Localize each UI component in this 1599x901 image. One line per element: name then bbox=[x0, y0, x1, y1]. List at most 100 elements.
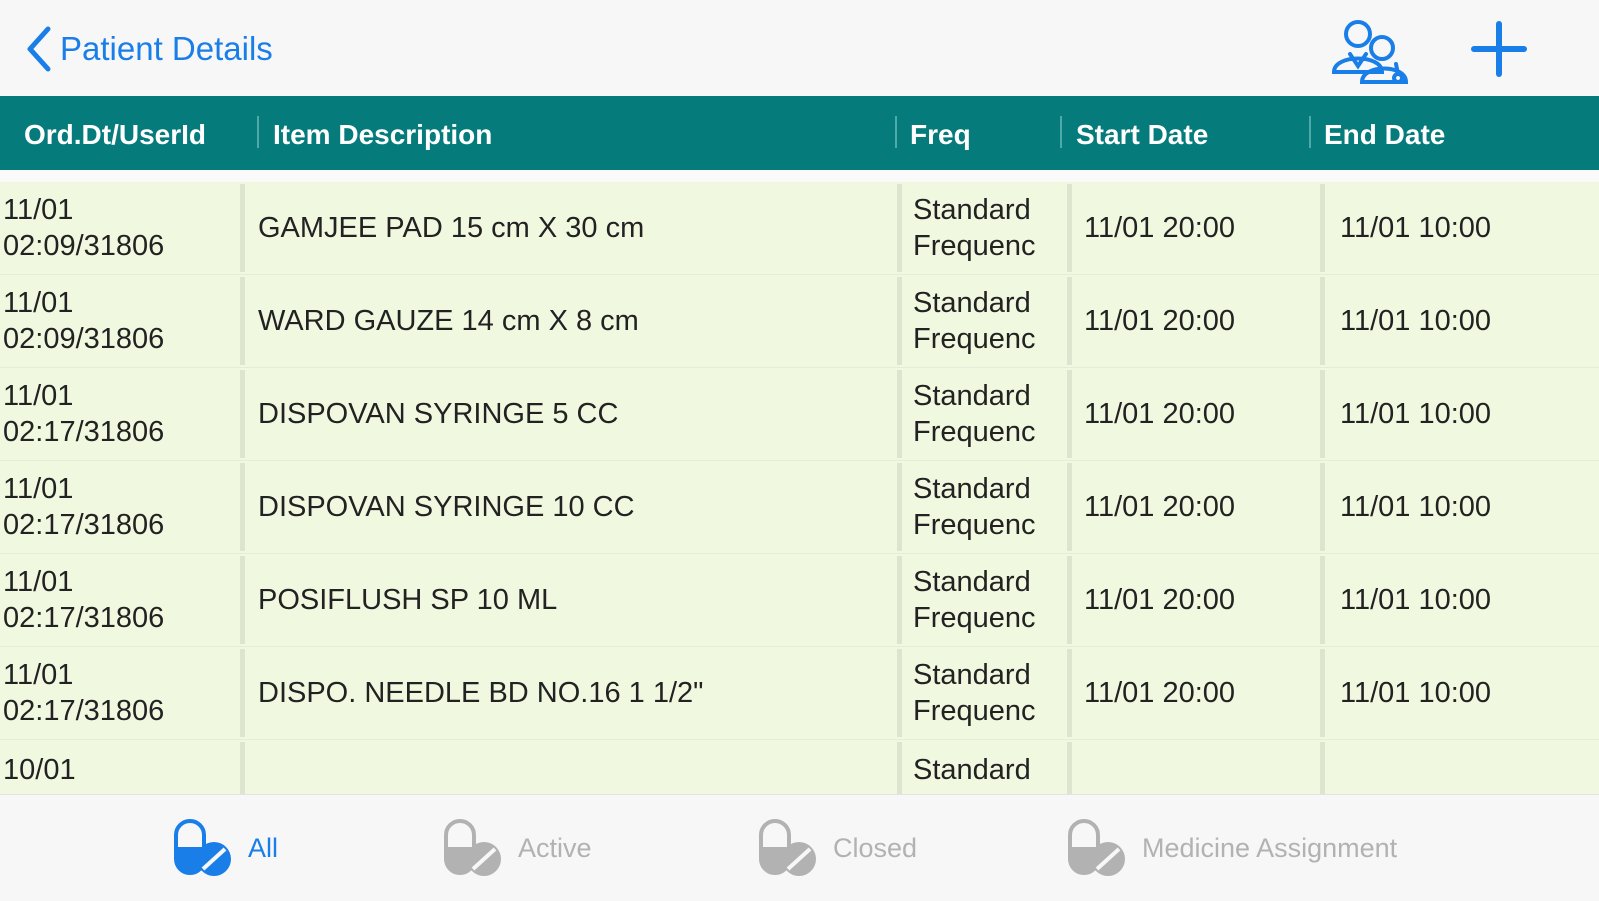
column-divider bbox=[1067, 184, 1072, 272]
end-date: 11/01 10:00 bbox=[1340, 212, 1492, 244]
item-description: DISPOVAN SYRINGE 5 CC bbox=[258, 398, 619, 430]
pill-check-icon bbox=[1068, 819, 1125, 876]
freq-line-2: Frequenc bbox=[913, 323, 1036, 355]
end-date: 11/01 10:00 bbox=[1340, 398, 1492, 430]
column-divider bbox=[240, 556, 245, 644]
item-description: GAMJEE PAD 15 cm X 30 cm bbox=[258, 212, 645, 244]
column-divider bbox=[240, 184, 245, 272]
doctors-group-button[interactable] bbox=[1328, 18, 1412, 89]
header-divider bbox=[257, 116, 259, 148]
back-button[interactable]: Patient Details bbox=[26, 24, 273, 74]
column-header-item: Item Description bbox=[273, 119, 493, 150]
column-divider bbox=[897, 556, 902, 644]
freq-cell: Standard Frequenc bbox=[913, 368, 1063, 460]
column-divider bbox=[1320, 649, 1325, 737]
tab-closed[interactable]: Closed bbox=[757, 817, 917, 879]
column-divider bbox=[897, 463, 902, 551]
order-time-user: 02:17/31806 bbox=[3, 602, 165, 634]
tab-medicine-assignment-label: Medicine Assignment bbox=[1142, 832, 1398, 863]
end-date: 11/01 10:00 bbox=[1340, 491, 1492, 523]
table-row[interactable]: 11/01 02:17/31806 DISPOVAN SYRINGE 5 CC S… bbox=[0, 368, 1599, 463]
freq-line-1: Standard bbox=[913, 659, 1031, 691]
table-row[interactable]: 11/01 02:17/31806 DISPOVAN SYRINGE 10 CC … bbox=[0, 461, 1599, 556]
chevron-left-icon bbox=[27, 26, 51, 72]
table-row[interactable]: 11/01 02:09/31806 GAMJEE PAD 15 cm X 30 c… bbox=[0, 182, 1599, 277]
table-row[interactable]: 10/01 Standard bbox=[0, 740, 1599, 794]
orders-table[interactable]: 11/01 02:09/31806 GAMJEE PAD 15 cm X 30 c… bbox=[0, 170, 1599, 794]
column-divider bbox=[1067, 370, 1072, 458]
pill-check-icon bbox=[759, 819, 816, 876]
order-time-user: 02:09/31806 bbox=[3, 323, 165, 355]
column-divider bbox=[897, 277, 902, 365]
column-divider bbox=[240, 463, 245, 551]
column-divider bbox=[1067, 556, 1072, 644]
order-time-user: 02:17/31806 bbox=[3, 695, 165, 727]
end-date bbox=[1340, 740, 1590, 794]
column-divider bbox=[1320, 370, 1325, 458]
column-divider bbox=[1320, 277, 1325, 365]
order-date: 11/01 bbox=[3, 473, 74, 505]
table-row[interactable]: 11/01 02:17/31806 DISPO. NEEDLE BD NO.16 … bbox=[0, 647, 1599, 742]
start-date: 11/01 20:00 bbox=[1084, 212, 1236, 244]
freq-cell: Standard Frequenc bbox=[913, 647, 1063, 739]
start-date: 11/01 20:00 bbox=[1084, 398, 1236, 430]
freq-line-1: Standard bbox=[913, 194, 1031, 226]
column-header-start: Start Date bbox=[1076, 119, 1209, 150]
freq-line-2: Frequenc bbox=[913, 602, 1036, 634]
add-button[interactable] bbox=[1470, 20, 1528, 83]
freq-line-2: Frequenc bbox=[913, 416, 1036, 448]
column-divider bbox=[897, 649, 902, 737]
item-description: DISPO. NEEDLE BD NO.16 1 1/2" bbox=[258, 677, 704, 709]
order-date: 10/01 bbox=[3, 754, 76, 786]
column-header-end: End Date bbox=[1324, 119, 1446, 150]
freq-cell: Standard Frequenc bbox=[913, 182, 1063, 274]
item-description: DISPOVAN SYRINGE 10 CC bbox=[258, 491, 635, 523]
doctors-group-icon bbox=[1331, 20, 1409, 84]
tab-active[interactable]: Active bbox=[442, 817, 592, 879]
freq-cell: Standard bbox=[913, 740, 1063, 794]
freq-cell: Standard Frequenc bbox=[913, 461, 1063, 553]
freq-line-1: Standard bbox=[913, 566, 1031, 598]
plus-icon bbox=[1471, 21, 1527, 77]
order-cell: 11/01 02:17/31806 bbox=[3, 461, 239, 553]
order-date: 11/01 bbox=[3, 194, 74, 226]
freq-line-2: Frequenc bbox=[913, 695, 1036, 727]
table-row[interactable]: 11/01 02:17/31806 POSIFLUSH SP 10 ML Stan… bbox=[0, 554, 1599, 649]
freq-cell: Standard Frequenc bbox=[913, 275, 1063, 367]
column-divider bbox=[240, 649, 245, 737]
column-divider bbox=[1320, 184, 1325, 272]
column-divider bbox=[1067, 649, 1072, 737]
start-date: 11/01 20:00 bbox=[1084, 677, 1236, 709]
order-time-user: 02:17/31806 bbox=[3, 416, 165, 448]
order-time-user: 02:09/31806 bbox=[3, 230, 165, 262]
tab-active-label: Active bbox=[518, 832, 592, 863]
navigation-bar: Patient Details bbox=[0, 0, 1599, 96]
order-cell: 11/01 02:17/31806 bbox=[3, 647, 239, 739]
freq-line-1: Standard bbox=[913, 754, 1031, 786]
column-divider bbox=[240, 277, 245, 365]
column-divider bbox=[1067, 277, 1072, 365]
order-cell: 11/01 02:09/31806 bbox=[3, 275, 239, 367]
order-date: 11/01 bbox=[3, 566, 74, 598]
column-divider bbox=[240, 742, 245, 794]
column-divider bbox=[897, 742, 902, 794]
table-row[interactable]: 11/01 02:09/31806 WARD GAUZE 14 cm X 8 cm… bbox=[0, 275, 1599, 370]
column-divider bbox=[1067, 463, 1072, 551]
freq-line-1: Standard bbox=[913, 473, 1031, 505]
order-cell: 11/01 02:17/31806 bbox=[3, 554, 239, 646]
item-description: POSIFLUSH SP 10 ML bbox=[258, 584, 558, 616]
freq-line-2: Frequenc bbox=[913, 509, 1036, 541]
column-divider bbox=[897, 184, 902, 272]
column-divider bbox=[897, 370, 902, 458]
freq-line-1: Standard bbox=[913, 287, 1031, 319]
column-header-freq: Freq bbox=[910, 119, 971, 150]
header-divider bbox=[1060, 116, 1062, 148]
pill-check-icon bbox=[174, 819, 231, 876]
tab-medicine-assignment[interactable]: Medicine Assignment bbox=[1066, 817, 1397, 879]
freq-cell: Standard Frequenc bbox=[913, 554, 1063, 646]
tab-closed-label: Closed bbox=[833, 832, 918, 863]
column-divider bbox=[240, 370, 245, 458]
freq-line-2: Frequenc bbox=[913, 230, 1036, 262]
bottom-tab-bar: All Active Closed Medicine Assignment bbox=[0, 794, 1599, 901]
tab-all[interactable]: All bbox=[172, 817, 278, 879]
